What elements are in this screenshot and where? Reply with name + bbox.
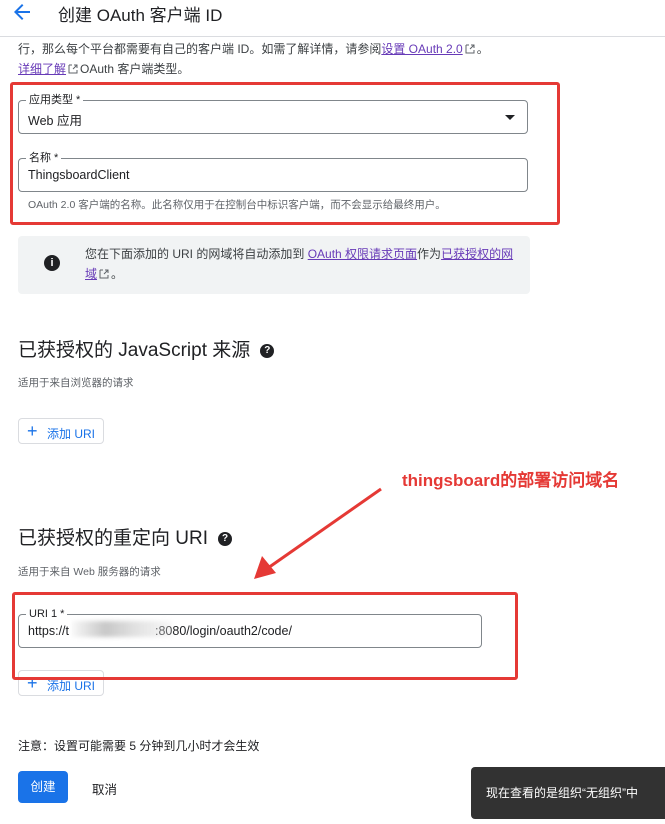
learn-more-link[interactable]: 详细了解	[18, 62, 66, 76]
propagation-note: 注意：设置可能需要 5 分钟到几小时才会生效	[18, 739, 260, 753]
js-origins-title: 已获授权的 JavaScript 来源?	[18, 335, 275, 362]
annotation-box-form	[10, 82, 560, 225]
top-bar: 创建 OAuth 客户端 ID	[0, 0, 665, 37]
setup-oauth-link[interactable]: 设置 OAuth 2.0	[381, 42, 462, 56]
external-link-icon	[68, 64, 78, 74]
plus-icon: +	[27, 421, 38, 441]
info-text: 您在下面添加的 URI 的网域将自动添加到 OAuth 权限请求页面作为已获授权…	[85, 247, 514, 281]
redirect-uris-title: 已获授权的重定向 URI?	[18, 523, 233, 550]
page-title: 创建 OAuth 客户端 ID	[58, 6, 223, 25]
redirect-uris-subtitle: 适用于来自 Web 服务器的请求	[18, 566, 161, 578]
create-button[interactable]: 创建	[18, 771, 68, 803]
external-link-icon	[99, 269, 109, 279]
annotation-text: thingsboard的部署访问域名	[402, 471, 620, 490]
add-js-origin-button[interactable]: + 添加 URI	[18, 418, 104, 444]
external-link-icon	[465, 44, 475, 54]
cancel-button[interactable]: 取消	[92, 779, 117, 798]
help-icon[interactable]: ?	[260, 344, 275, 358]
intro-text: 行，那么每个平台都需要有自己的客户端 ID。如需了解详情，请参阅设置 OAuth…	[18, 42, 489, 76]
annotation-box-uri	[12, 592, 518, 680]
info-icon: i	[44, 255, 60, 271]
org-toast: 现在查看的是组织“无组织”中	[471, 767, 665, 819]
js-origins-subtitle: 适用于来自浏览器的请求	[18, 377, 134, 389]
info-box: i 您在下面添加的 URI 的网域将自动添加到 OAuth 权限请求页面作为已获…	[18, 236, 530, 294]
back-arrow-icon[interactable]	[10, 0, 34, 24]
help-icon[interactable]: ?	[218, 532, 233, 546]
consent-screen-link[interactable]: OAuth 权限请求页面	[308, 247, 417, 261]
toast-text: 现在查看的是组织“无组织”中	[486, 786, 638, 800]
